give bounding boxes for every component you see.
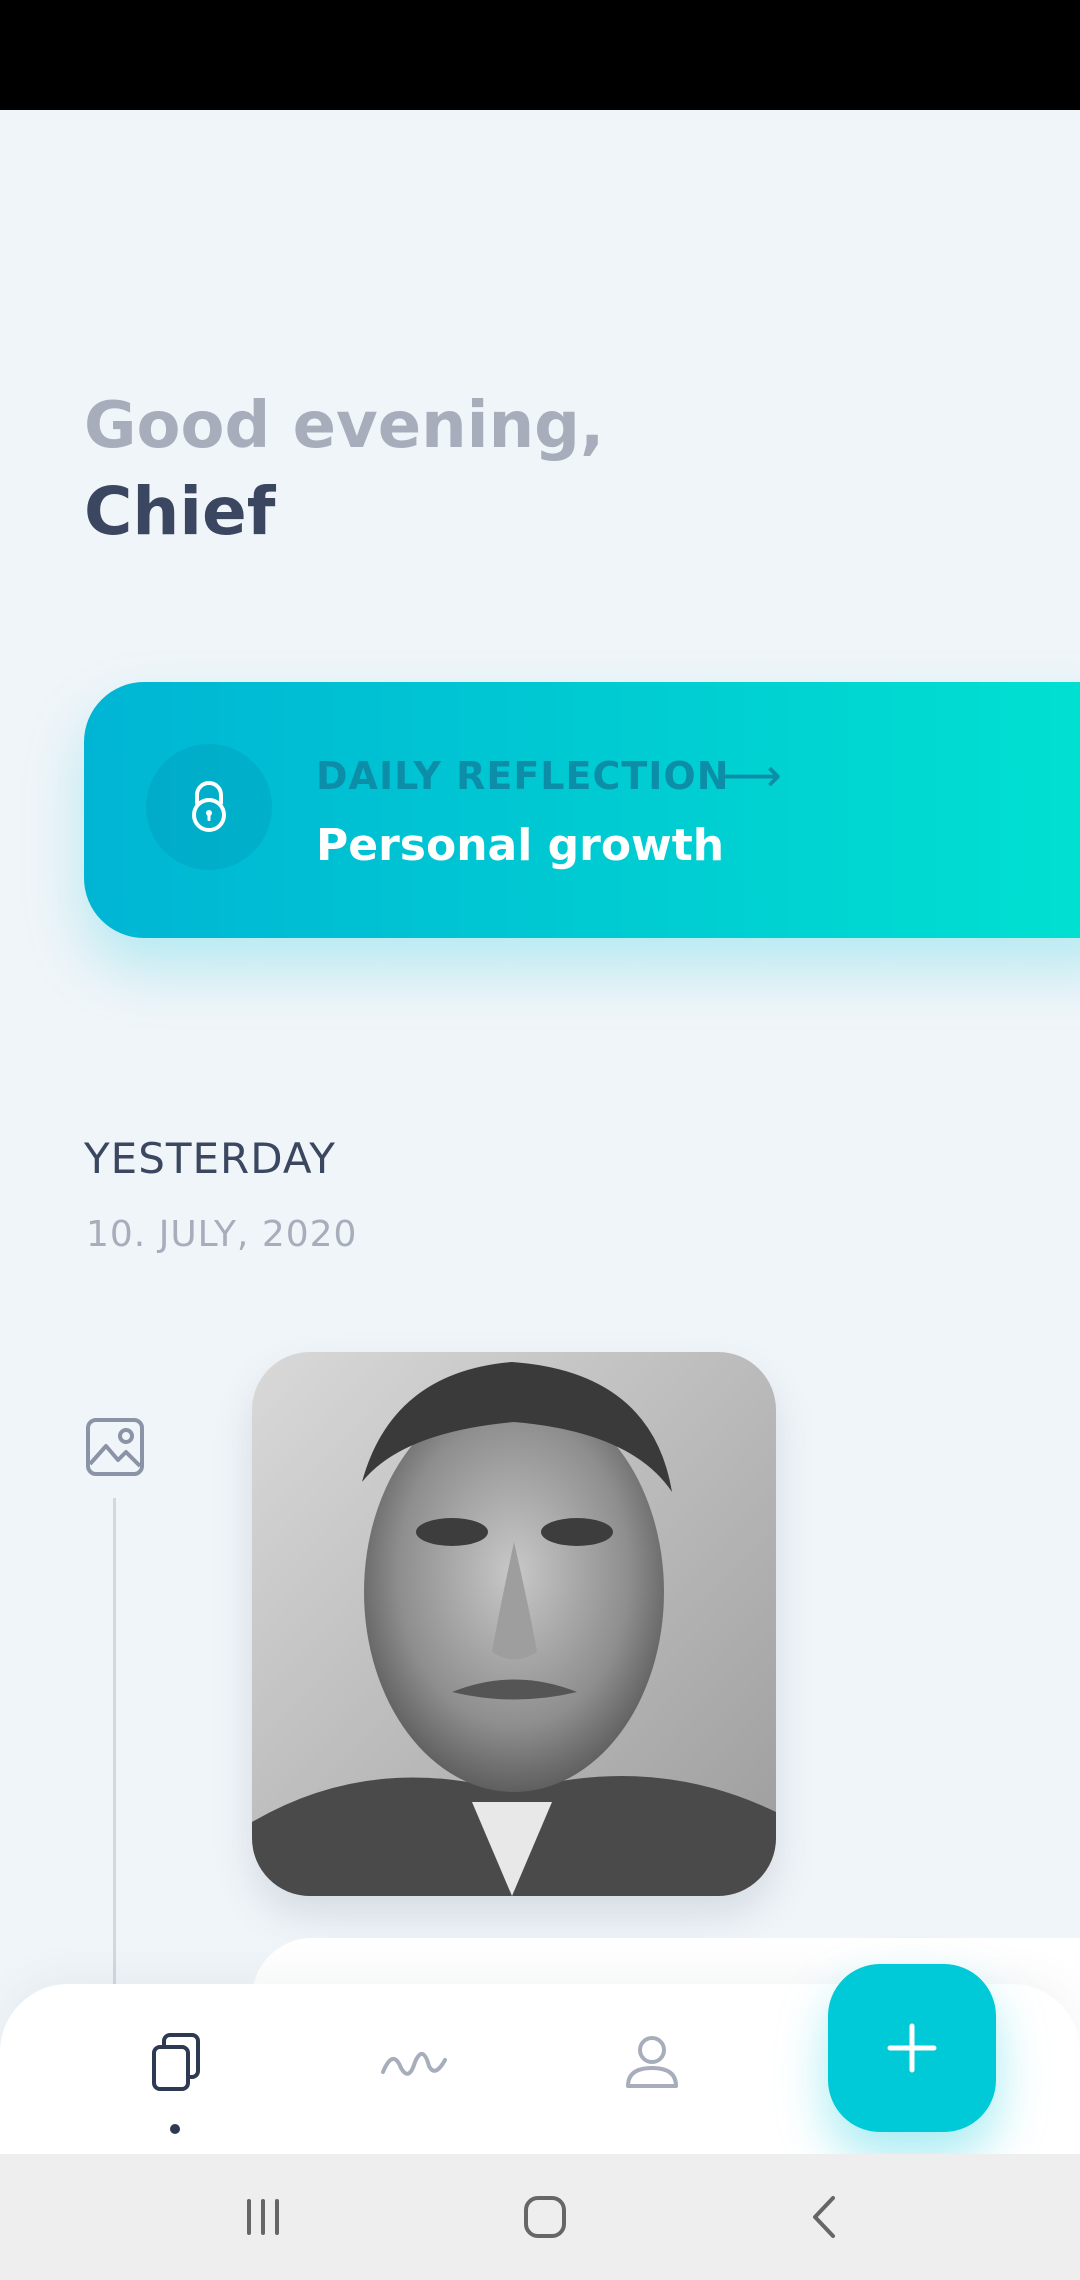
journal-cards-icon[interactable] xyxy=(136,2022,216,2102)
home-icon[interactable] xyxy=(510,2182,580,2252)
add-entry-button[interactable] xyxy=(828,1964,996,2132)
section-day-label: YESTERDAY xyxy=(84,1134,336,1183)
active-nav-indicator xyxy=(170,2124,180,2134)
portrait-photo[interactable] xyxy=(252,1352,776,1896)
status-bar xyxy=(0,0,1080,110)
recent-apps-icon[interactable] xyxy=(228,2182,298,2252)
daily-reflection-card[interactable]: DAILY REFLECTION ⟶ Personal growth xyxy=(84,682,1080,938)
profile-icon[interactable] xyxy=(612,2022,692,2102)
timeline-line xyxy=(113,1498,116,1988)
system-navigation-bar xyxy=(0,2154,1080,2280)
reflection-label: DAILY REFLECTION xyxy=(316,754,730,798)
greeting-text: Good evening, xyxy=(84,389,605,463)
back-icon[interactable] xyxy=(790,2182,860,2252)
section-date: 10. JULY, 2020 xyxy=(86,1214,358,1255)
reflection-title: Personal growth xyxy=(316,820,725,871)
arrow-right-icon: ⟶ xyxy=(716,748,782,802)
plus-icon xyxy=(887,2023,937,2073)
lock-icon xyxy=(146,744,272,870)
mood-wave-icon[interactable] xyxy=(374,2022,454,2102)
image-icon xyxy=(84,1416,146,1478)
user-name: Chief xyxy=(84,473,276,550)
